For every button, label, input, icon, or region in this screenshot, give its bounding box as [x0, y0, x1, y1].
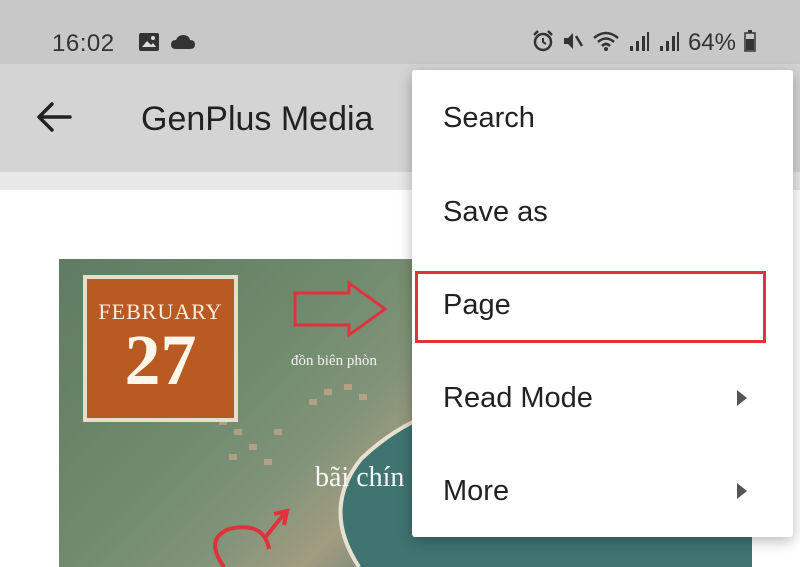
cloud-icon — [170, 34, 196, 55]
status-right: 64% — [532, 29, 756, 57]
map-label: bãi chín — [315, 462, 405, 493]
app-title: GenPlus Media — [141, 100, 374, 138]
back-arrow-icon[interactable] — [34, 100, 74, 134]
date-day: 27 — [124, 320, 197, 400]
menu-item-save-as[interactable]: Save as — [412, 166, 793, 258]
submenu-arrow-icon — [737, 483, 747, 499]
map-label: đồn biên phòn — [291, 353, 377, 369]
mute-icon — [562, 30, 584, 57]
alarm-icon — [532, 29, 554, 57]
menu-item-label: Save as — [443, 195, 548, 228]
signal-icon — [658, 30, 680, 57]
gallery-icon — [138, 32, 160, 57]
wifi-icon — [592, 30, 620, 57]
status-time: 16:02 — [52, 30, 115, 57]
menu-item-search[interactable]: Search — [412, 72, 793, 164]
status-bar: 16:02 64% — [0, 0, 800, 64]
submenu-arrow-icon — [737, 390, 747, 406]
menu-item-more[interactable]: More — [412, 445, 793, 537]
date-badge: FEBRUARY 27 — [83, 275, 238, 422]
highlight-box — [415, 271, 766, 343]
menu-item-read-mode[interactable]: Read Mode — [412, 352, 793, 444]
signal-icon — [628, 30, 650, 57]
menu-item-label: Search — [443, 101, 535, 134]
battery-icon — [744, 29, 756, 57]
menu-item-label: Read Mode — [443, 381, 593, 414]
status-left-icons — [138, 32, 196, 57]
battery-percent: 64% — [687, 29, 736, 56]
menu-item-label: More — [443, 474, 510, 507]
